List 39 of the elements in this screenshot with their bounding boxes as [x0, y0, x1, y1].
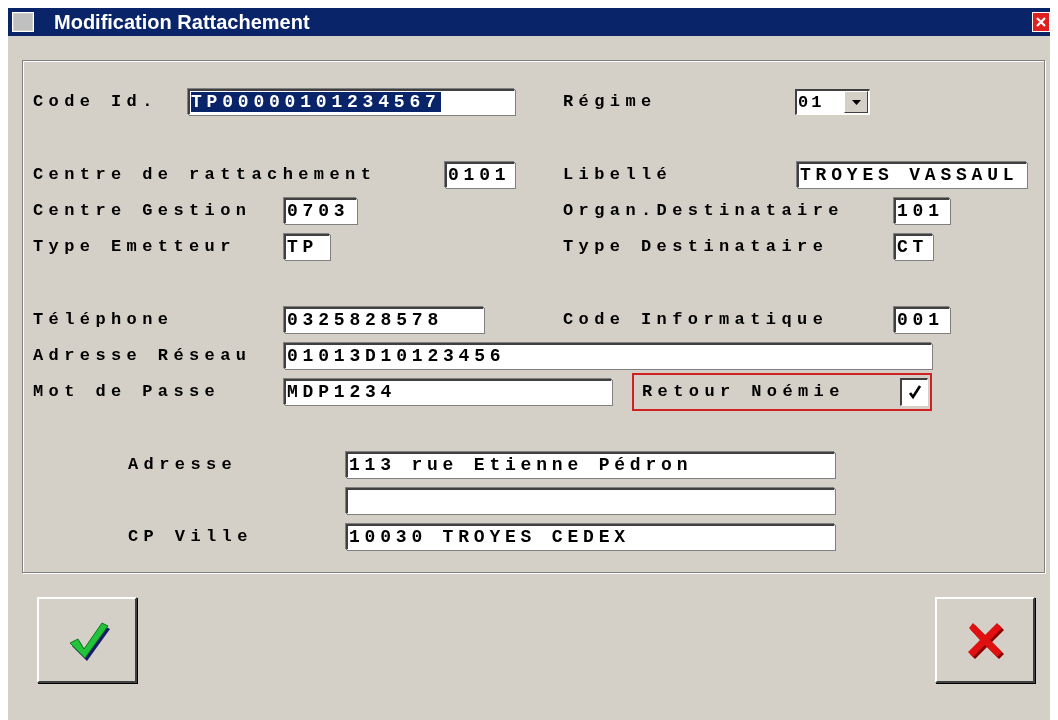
input-field[interactable]: TP	[284, 233, 330, 260]
field-label: Type Emetteur	[33, 237, 237, 256]
input-field[interactable]: CT	[894, 233, 933, 260]
dropdown[interactable]: 01	[795, 88, 870, 115]
ok-button[interactable]	[37, 597, 137, 683]
input-field[interactable]: 113 rue Etienne Pédron	[346, 451, 835, 478]
input-field[interactable]: 001	[894, 306, 950, 333]
input-field[interactable]	[346, 487, 835, 514]
field-label: Centre Gestion	[33, 201, 253, 220]
window-title: Modification Rattachement	[54, 10, 310, 34]
input-field[interactable]: 0703	[284, 197, 357, 224]
caret-icon	[851, 99, 861, 105]
field-label: CP Ville	[128, 527, 254, 546]
field-label: Type Destinataire	[563, 237, 830, 256]
input-field[interactable]: TROYES VASSAUL	[797, 161, 1027, 188]
close-button[interactable]	[1032, 12, 1050, 32]
field-label: Adresse Réseau	[33, 346, 253, 365]
close-icon	[1035, 16, 1047, 28]
input-field[interactable]: 0325828578	[284, 306, 484, 333]
field-label: Code Id.	[33, 92, 159, 111]
cancel-button[interactable]	[935, 597, 1035, 683]
window-icon	[12, 12, 34, 32]
field-label: Mot de Passe	[33, 382, 222, 401]
field-label: Adresse	[128, 455, 239, 474]
input-field[interactable]: 10030 TROYES CEDEX	[346, 523, 835, 550]
field-label: Centre de rattachement	[33, 165, 378, 184]
input-field[interactable]: MDP1234	[284, 378, 612, 405]
field-label: Libellé	[563, 165, 674, 184]
field-label: Régime	[563, 92, 658, 111]
checkbox[interactable]	[900, 377, 928, 406]
field-label: Téléphone	[33, 310, 175, 329]
input-field[interactable]: 101	[894, 197, 950, 224]
field-label: Organ.Destinataire	[563, 201, 845, 220]
input-field[interactable]: 0101	[445, 161, 515, 188]
input-field[interactable]: 01013D10123456	[284, 342, 932, 369]
field-label: Code Informatique	[563, 310, 830, 329]
checkbox-label: Retour Noémie	[642, 382, 846, 401]
check-icon	[906, 384, 923, 400]
input-field[interactable]: TP00000101234567	[188, 88, 515, 115]
